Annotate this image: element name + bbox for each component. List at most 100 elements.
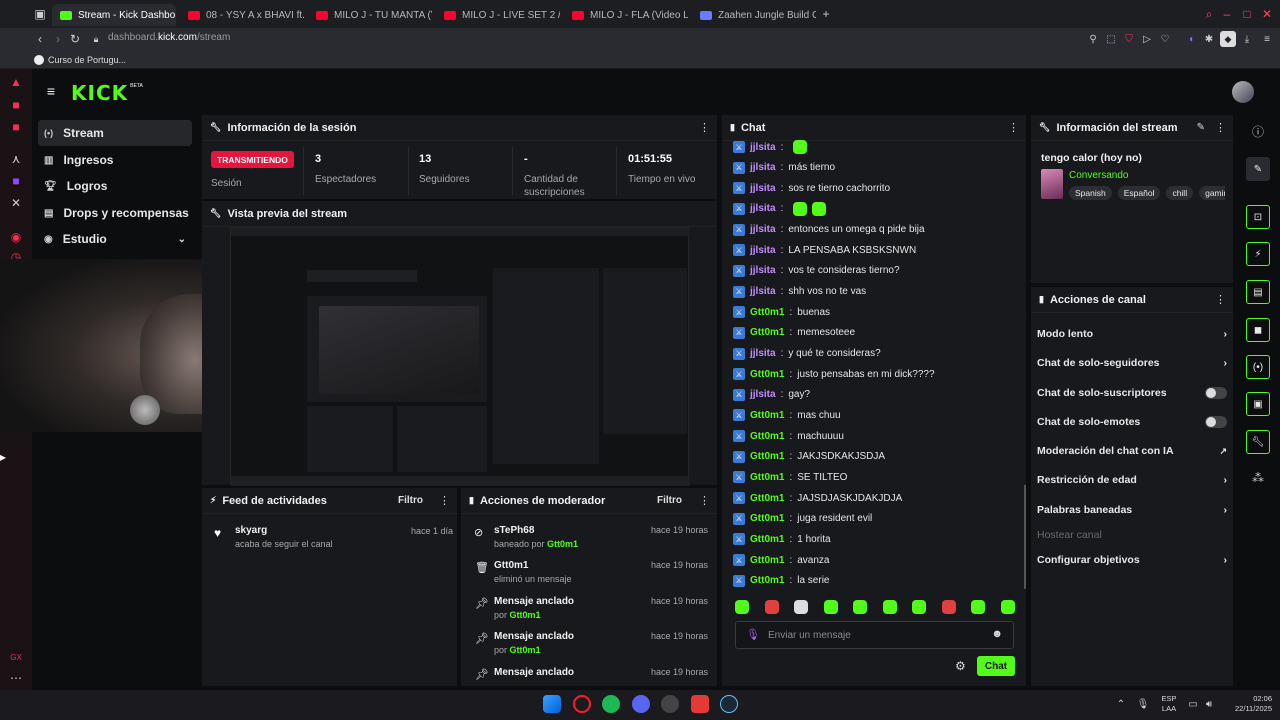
play-icon[interactable]: ▷ (1141, 33, 1153, 45)
minimize-icon[interactable]: – (1221, 7, 1233, 21)
tool-button[interactable]: (•) (1246, 355, 1270, 379)
app-icon[interactable] (661, 695, 679, 713)
tray-chevron-icon[interactable]: ⌃ (1115, 698, 1127, 710)
chat-username[interactable]: Gtt0m1 (750, 555, 784, 566)
more-options-icon[interactable]: ⋮ (439, 495, 450, 507)
tag[interactable]: Spanish (1069, 186, 1112, 200)
stream-preview-video[interactable] (230, 227, 690, 486)
edit-icon[interactable]: ✎ (1197, 122, 1205, 133)
more-options-icon[interactable]: ⋮ (699, 495, 710, 507)
bookmark-item[interactable]: Curso de Portugu... (34, 53, 126, 66)
audio-icon[interactable]: ◖ (1185, 33, 1197, 45)
chat-username[interactable]: jjlsita (750, 203, 776, 214)
chat-username[interactable]: Gtt0m1 (750, 493, 784, 504)
profile-icon[interactable]: ◆ (1220, 31, 1236, 47)
emote-icon[interactable] (1000, 600, 1015, 614)
chat-username[interactable]: jjlsita (750, 286, 776, 297)
tag[interactable]: Español (1117, 186, 1161, 200)
discord-icon[interactable] (632, 695, 650, 713)
chat-input[interactable]: 🎙︎ Enviar un mensaje ☻ (735, 621, 1014, 649)
twitch-icon[interactable]: ■ (9, 174, 23, 188)
chat-username[interactable]: jjlsita (750, 389, 776, 400)
x-icon[interactable]: ✕ (9, 196, 23, 210)
language-indicator[interactable]: ESP LAA (1160, 694, 1178, 714)
sidebar-item-drops[interactable]: ▤ Drops y recompensas (38, 200, 192, 226)
tool-button[interactable]: ▤ (1246, 280, 1270, 304)
connections-icon[interactable]: ⁂ (1252, 471, 1264, 485)
sidebar-app-icon[interactable]: ▲ (9, 75, 23, 89)
avatar[interactable] (1232, 81, 1254, 103)
reload-icon[interactable]: ↻ (69, 32, 81, 46)
tab-list-icon[interactable]: ▣ (34, 7, 46, 21)
sidebar-item-estudio[interactable]: ◉ Estudio ⌄ (38, 226, 192, 252)
chat-username[interactable]: jjlsita (750, 348, 776, 359)
chat-username[interactable]: jjlsita (750, 162, 776, 173)
emotes-only-toggle[interactable] (1205, 416, 1227, 428)
arrow-icon[interactable]: ⋏ (9, 152, 23, 166)
tab-youtube[interactable]: MILO J - FLA (Video Lyric (564, 4, 688, 26)
volume-icon[interactable]: 🔊︎ (1203, 698, 1215, 710)
subs-only-toggle[interactable] (1205, 387, 1227, 399)
info-icon[interactable]: ⓘ (1252, 125, 1264, 139)
filter-button[interactable]: Filtro (657, 495, 682, 506)
forward-icon[interactable]: › (52, 32, 64, 46)
category-thumbnail[interactable] (1041, 169, 1063, 199)
chat-username[interactable]: jjlsita (750, 265, 776, 276)
chat-username[interactable]: Gtt0m1 (750, 369, 784, 380)
chat-username[interactable]: Gtt0m1 (750, 513, 784, 524)
mic-tray-icon[interactable]: 🎙︎ (1137, 698, 1150, 710)
action-followers-only[interactable]: Chat de solo-seguidores › (1037, 354, 1227, 372)
sidebar-app-icon[interactable]: ■ (9, 98, 23, 112)
new-tab-icon[interactable]: + (820, 7, 832, 21)
chat-username[interactable]: Gtt0m1 (750, 410, 784, 421)
action-ai-moderation[interactable]: Moderación del chat con IA ↗ (1037, 442, 1227, 460)
network-icon[interactable]: ▭ (1187, 698, 1199, 710)
action-goals[interactable]: Configurar objetivos › (1037, 551, 1227, 569)
windows-start-icon[interactable] (543, 695, 561, 713)
action-age-restriction[interactable]: Restricción de edad › (1037, 471, 1227, 489)
tool-button[interactable]: ▣ (1246, 392, 1270, 416)
tab-youtube[interactable]: 08 - YSY A x BHAVI ft. M (180, 4, 304, 26)
extensions-icon[interactable]: ✱ (1203, 33, 1215, 45)
tool-button[interactable]: ◼ (1246, 318, 1270, 342)
chat-username[interactable]: Gtt0m1 (750, 575, 784, 586)
tool-button[interactable]: ⊡ (1246, 205, 1270, 229)
app-icon[interactable] (691, 695, 709, 713)
gx-icon[interactable]: GX (8, 650, 24, 664)
hamburger-icon[interactable]: ≡ (44, 83, 58, 99)
pin-icon[interactable]: ⚲ (1087, 33, 1099, 45)
chat-username[interactable]: jjlsita (750, 245, 776, 256)
chat-username[interactable]: Gtt0m1 (750, 534, 784, 545)
close-icon[interactable]: ✕ (1261, 7, 1273, 21)
emote-icon[interactable] (794, 600, 809, 614)
heart-icon[interactable]: ♡ (1159, 33, 1171, 45)
emoji-icon[interactable]: ☻ (991, 628, 1003, 640)
tool-button[interactable]: ⚡︎ (1246, 242, 1270, 266)
emote-icon[interactable] (912, 600, 927, 614)
emote-icon[interactable] (764, 600, 779, 614)
more-options-icon[interactable]: ⋮ (1215, 294, 1226, 306)
url-field[interactable]: dashboard.kick.com/stream (108, 32, 230, 46)
chat-username[interactable]: Gtt0m1 (750, 307, 784, 318)
sidebar-item-logros[interactable]: 🏆︎ Logros (38, 173, 192, 199)
action-banned-words[interactable]: Palabras baneadas › (1037, 501, 1227, 519)
more-options-icon[interactable]: ⋮ (1008, 122, 1019, 134)
emote-icon[interactable] (735, 600, 749, 614)
mod-user[interactable]: Gtt0m1 (547, 539, 578, 549)
tag[interactable]: gaming (1199, 186, 1225, 200)
maximize-icon[interactable]: □ (1241, 7, 1253, 21)
spotify-icon[interactable] (602, 695, 620, 713)
steam-icon[interactable] (720, 695, 738, 713)
kick-logo[interactable]: KICK BETA (71, 81, 143, 105)
search-icon[interactable]: ⌕ (1203, 7, 1215, 21)
tab-guide[interactable]: Zaahen Jungle Build Guid (692, 4, 816, 26)
microphone-icon[interactable]: 🎙︎ (746, 628, 760, 641)
sidebar-app-icon[interactable]: ◉ (9, 230, 23, 244)
emote-icon[interactable] (853, 600, 868, 614)
download-icon[interactable]: ⤓ (1241, 33, 1253, 45)
mod-user[interactable]: Gtt0m1 (510, 645, 541, 655)
tool-button[interactable]: 🔧︎ (1246, 430, 1270, 454)
more-options-icon[interactable]: ⋮ (1215, 122, 1226, 134)
chat-username[interactable]: Gtt0m1 (750, 451, 784, 462)
shield-icon[interactable]: ⛉ (1123, 33, 1135, 45)
